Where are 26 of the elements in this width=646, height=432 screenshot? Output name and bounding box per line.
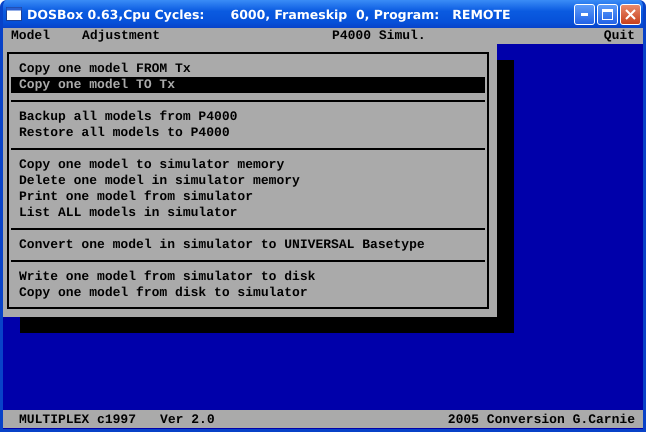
window-title: DOSBox 0.63,Cpu Cycles: 6000, Frameskip 0, Program: REMOTE: [27, 6, 511, 22]
menu-option[interactable]: Copy one model from disk to simulator: [11, 285, 485, 301]
window-icon: [6, 7, 22, 21]
menu-option[interactable]: Delete one model in simulator memory: [11, 173, 485, 189]
menu-option[interactable]: Print one model from simulator: [11, 189, 485, 205]
maximize-button[interactable]: [597, 4, 618, 24]
menu-option[interactable]: Copy one model TO Tx: [11, 77, 485, 93]
close-button[interactable]: [620, 4, 641, 24]
status-text: Ver 2.0: [160, 412, 215, 426]
status-text: 2005 Conversion G.Carnie: [448, 412, 635, 426]
menu-item[interactable]: Adjustment: [82, 28, 160, 44]
menu-option[interactable]: Copy one model to simulator memory: [11, 157, 485, 173]
menu-item[interactable]: Quit: [604, 28, 635, 44]
menu-option[interactable]: Copy one model FROM Tx: [11, 61, 485, 77]
menu-item[interactable]: Model: [11, 28, 50, 44]
menu-option[interactable]: Backup all models from P4000: [11, 109, 485, 125]
maximize-icon: [602, 8, 613, 20]
menu-option[interactable]: List ALL models in simulator: [11, 205, 485, 221]
menu-item[interactable]: P4000 Simul.: [332, 28, 426, 44]
status-text: MULTIPLEX c1997: [19, 412, 136, 426]
minimize-icon: [580, 12, 588, 16]
menu-option[interactable]: Restore all models to P4000: [11, 125, 485, 141]
minimize-button[interactable]: [574, 4, 595, 24]
close-icon: [625, 8, 636, 20]
menu-option[interactable]: Convert one model in simulator to UNIVERSAL Basetype: [11, 237, 485, 253]
menu-option[interactable]: Write one model from simulator to disk: [11, 269, 485, 285]
